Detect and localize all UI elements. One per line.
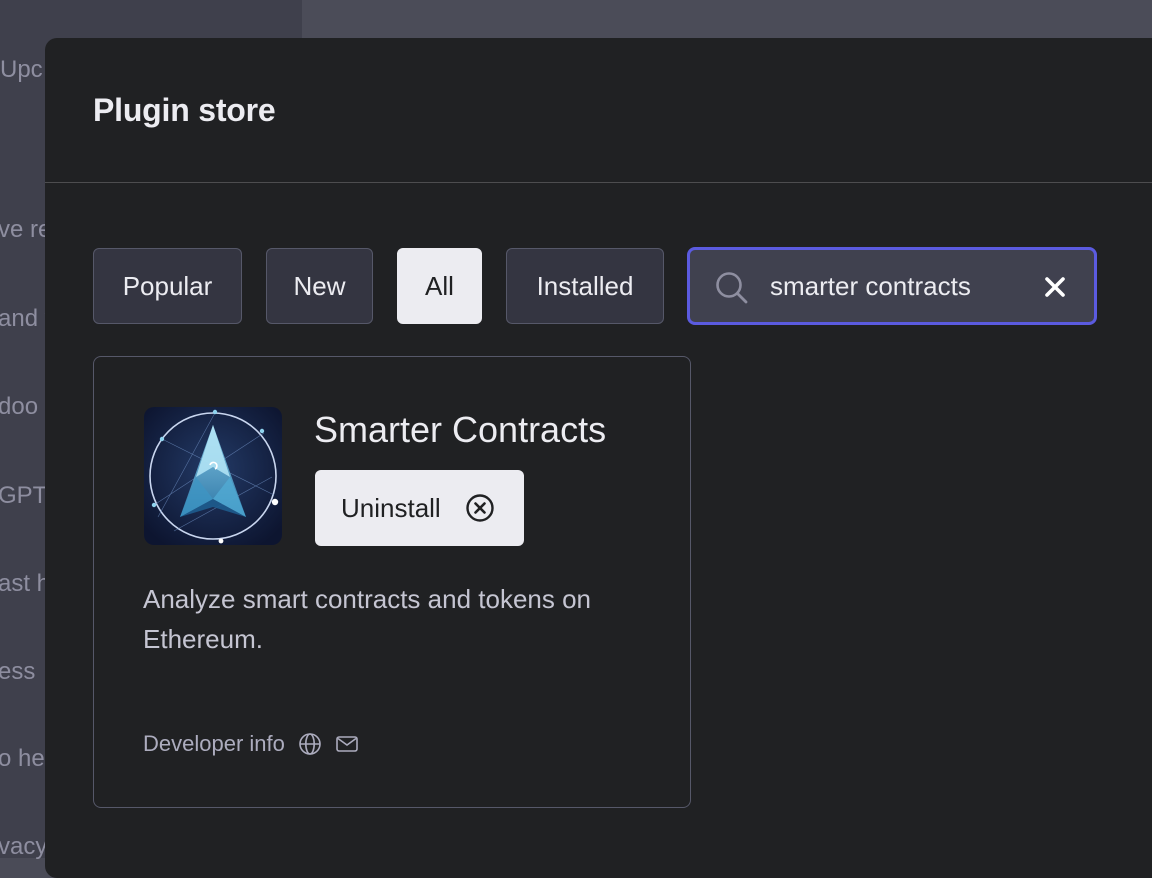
globe-icon[interactable] <box>298 732 322 756</box>
search-icon <box>716 272 748 304</box>
uninstall-button[interactable]: Uninstall <box>315 470 524 546</box>
plugin-store-modal: Plugin store Popular New All Installed s… <box>45 38 1152 878</box>
uninstall-label: Uninstall <box>341 492 441 523</box>
background-text: GPT <box>0 482 48 509</box>
close-icon[interactable] <box>1044 276 1066 298</box>
plugin-card: Smarter Contracts Uninstall Analyze smar… <box>93 356 691 808</box>
tab-all[interactable]: All <box>397 248 482 324</box>
search-box <box>687 247 1097 325</box>
tab-installed[interactable]: Installed <box>506 248 664 324</box>
mail-icon[interactable] <box>335 732 359 756</box>
background-text: ve re <box>0 216 52 243</box>
search-input[interactable] <box>770 264 1040 308</box>
background-text: ast h <box>0 570 51 597</box>
background-text: o he <box>0 745 45 772</box>
background-text: vacy <box>0 833 48 860</box>
background-text: doo <box>0 393 39 420</box>
background-text: ess <box>0 658 36 685</box>
header-divider <box>45 182 1152 183</box>
tab-new[interactable]: New <box>266 248 373 324</box>
plugin-description: Analyze smart contracts and tokens on Et… <box>143 584 592 654</box>
modal-title: Plugin store <box>93 92 276 128</box>
background-text: Upc <box>0 56 43 83</box>
tab-popular[interactable]: Popular <box>93 248 242 324</box>
developer-info-label: Developer info <box>143 731 285 756</box>
plugin-logo <box>144 407 282 545</box>
circle-x-icon <box>466 494 494 522</box>
plugin-name: Smarter Contracts <box>314 409 607 450</box>
developer-info: Developer info <box>143 731 359 757</box>
plugin-logo-image <box>144 407 282 545</box>
